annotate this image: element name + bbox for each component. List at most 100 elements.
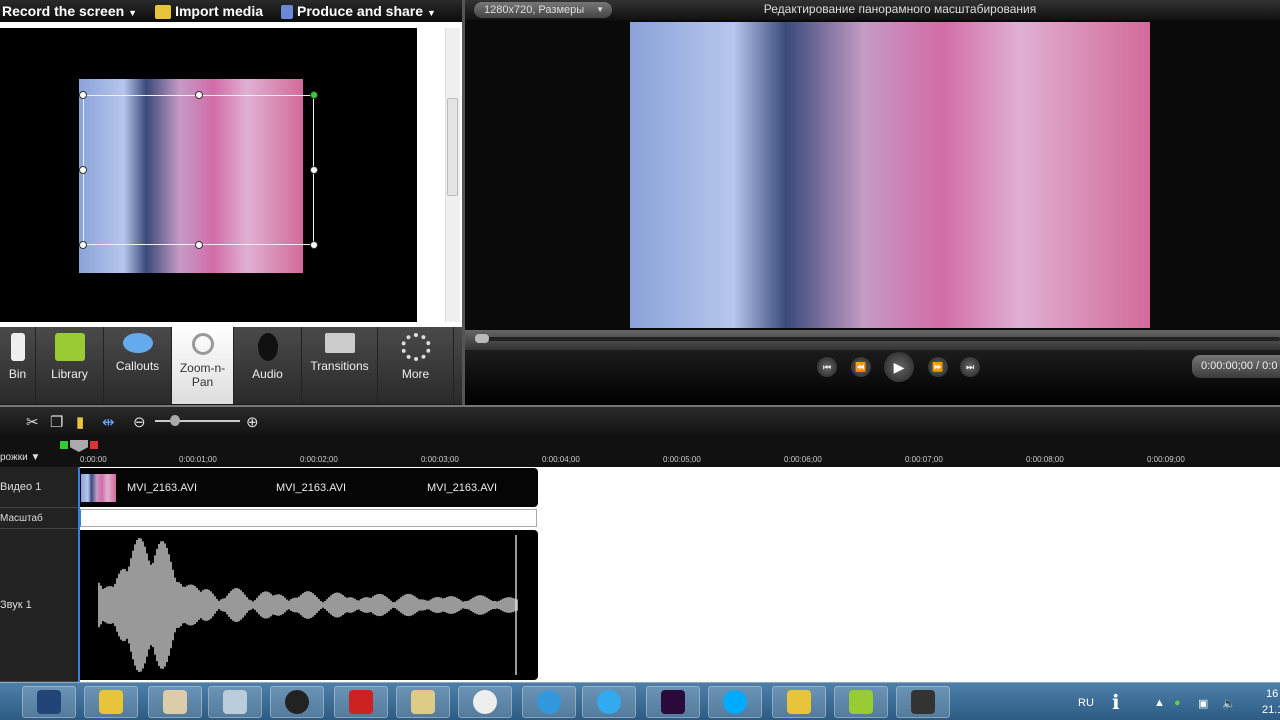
taskbar-app-filezilla[interactable] [334, 686, 388, 718]
library-icon [54, 333, 85, 361]
taskbar-app-explorer[interactable] [84, 686, 138, 718]
track-label-zoom: Масштаб [0, 508, 78, 529]
produce-share-button[interactable]: Produce and share ▼ [281, 3, 436, 20]
clock-date[interactable]: 21.1 [1262, 704, 1280, 716]
clip-label: MVI_2163.AVI [127, 482, 198, 494]
tracks-menu[interactable]: рожки ▼ [0, 452, 40, 463]
resize-handle[interactable] [79, 91, 87, 99]
ruler-tick-label: 0:00:01;00 [179, 455, 217, 464]
import-media-button[interactable]: Import media [155, 3, 263, 20]
player-controls [465, 350, 1280, 405]
ruler-tick-label: 0:00:05;00 [663, 455, 701, 464]
resize-handle[interactable] [195, 241, 203, 249]
skip-end-icon[interactable]: ⏭ [960, 357, 980, 377]
timeline-zoom-slider[interactable] [155, 420, 240, 422]
taskbar-app-ie[interactable] [582, 686, 636, 718]
skip-start-icon[interactable]: ⏮ [817, 357, 837, 377]
ruler-tick-label: 0:00:07;00 [905, 455, 943, 464]
zoom-in-icon[interactable]: ⊕ [246, 413, 259, 431]
paste-icon[interactable]: ▮ [76, 413, 84, 431]
task-tabs: Bin Library Callouts Zoom-n-Pan Audio Tr… [0, 327, 462, 404]
resize-handle[interactable] [310, 241, 318, 249]
seek-handle[interactable] [475, 334, 489, 343]
clip-thumbnail [81, 474, 116, 502]
resize-handle[interactable] [79, 166, 87, 174]
zoom-out-icon[interactable]: ⊖ [133, 413, 146, 431]
produce-icon [281, 5, 293, 20]
ruler-tick-label: 0:00:00 [80, 455, 107, 464]
magnifier-icon [191, 333, 214, 355]
fast-forward-icon[interactable]: ⏩ [928, 357, 948, 377]
playhead-line [78, 467, 80, 682]
ruler-tick-label: 0:00:08;00 [1026, 455, 1064, 464]
bin-icon [10, 333, 25, 361]
language-indicator[interactable]: RU [1078, 697, 1094, 709]
track-label-video: Видео 1 [0, 467, 78, 508]
info-icon[interactable]: ℹ [1112, 690, 1120, 715]
taskbar-app-skype[interactable] [708, 686, 762, 718]
selection-end-marker[interactable] [90, 441, 98, 449]
tab-bin[interactable]: Bin [0, 327, 36, 404]
ruler-tick-label: 0:00:03;00 [421, 455, 459, 464]
taskbar-app-hp[interactable] [270, 686, 324, 718]
callout-icon [122, 333, 153, 353]
preview-video [630, 22, 1150, 328]
update-icon[interactable]: ● [1174, 697, 1181, 709]
clock-time[interactable]: 16 [1266, 688, 1278, 700]
taskbar-app-paint[interactable] [396, 686, 450, 718]
resize-handle[interactable] [310, 91, 318, 99]
resize-handle[interactable] [195, 91, 203, 99]
network-icon[interactable]: ▣ [1198, 697, 1208, 710]
ruler-tick-label: 0:00:09;00 [1147, 455, 1185, 464]
show-hidden-icons[interactable]: ▲ [1154, 697, 1165, 709]
main-toolbar: Record the screen ▼ Import media Produce … [0, 0, 462, 22]
taskbar-app-folder2[interactable] [772, 686, 826, 718]
tab-more[interactable]: More [378, 327, 454, 404]
folder-icon [155, 5, 172, 20]
tab-callouts[interactable]: Callouts [104, 327, 172, 404]
resize-handle[interactable] [310, 166, 318, 174]
rewind-icon[interactable]: ⏪ [851, 357, 871, 377]
track-label-audio: Звук 1 [0, 529, 78, 682]
waveform-path [98, 535, 518, 675]
cut-icon[interactable]: ✂ [26, 413, 39, 431]
taskbar-app-network[interactable] [458, 686, 512, 718]
play-icon[interactable]: ▶ [884, 352, 914, 382]
zoom-selection-rectangle[interactable] [79, 91, 318, 249]
transitions-icon [324, 333, 355, 353]
more-icon [400, 333, 431, 361]
scrollbar-thumb[interactable] [447, 98, 458, 196]
ruler-tick-label: 0:00:06;00 [784, 455, 822, 464]
taskbar-app-checkmark[interactable] [22, 686, 76, 718]
video-clip[interactable]: MVI_2163.AVI MVI_2163.AVI MVI_2163.AVI [79, 468, 538, 507]
taskbar-app-camtasia[interactable] [834, 686, 888, 718]
tab-library[interactable]: Library [36, 327, 104, 404]
ruler-tick-label: 0:00:02;00 [300, 455, 338, 464]
clip-label: MVI_2163.AVI [427, 482, 498, 494]
taskbar-app-calculator[interactable] [208, 686, 262, 718]
taskbar-app-folder[interactable] [148, 686, 202, 718]
copy-icon[interactable]: ❐ [50, 413, 63, 431]
time-display: 0:00:00;00 / 0:0 [1192, 355, 1280, 378]
taskbar-app-recorder[interactable] [896, 686, 950, 718]
volume-icon[interactable]: 🔈 [1222, 697, 1236, 710]
clip-label: MVI_2163.AVI [276, 482, 347, 494]
taskbar-app-itunes[interactable] [522, 686, 576, 718]
seek-bar[interactable] [475, 337, 1280, 341]
tab-transitions[interactable]: Transitions [302, 327, 378, 404]
preview-size-dropdown[interactable]: 1280x720, Размеры ▼ [474, 2, 612, 18]
split-icon[interactable]: ⇹ [102, 413, 115, 431]
preview-title: Редактирование панорамного масштабирован… [763, 2, 1037, 16]
speaker-icon [257, 333, 278, 361]
record-screen-button[interactable]: Record the screen ▼ [2, 3, 137, 19]
zoom-clip[interactable] [79, 509, 537, 527]
taskbar-app-premiere[interactable] [646, 686, 700, 718]
ruler-tick-label: 0:00:04;00 [542, 455, 580, 464]
tab-zoom-n-pan[interactable]: Zoom-n-Pan [172, 327, 234, 404]
tab-audio[interactable]: Audio [234, 327, 302, 404]
audio-waveform [98, 535, 518, 675]
selection-start-marker[interactable] [60, 441, 68, 449]
zoom-slider-knob[interactable] [170, 415, 180, 426]
audio-clip[interactable] [79, 530, 538, 680]
resize-handle[interactable] [79, 241, 87, 249]
